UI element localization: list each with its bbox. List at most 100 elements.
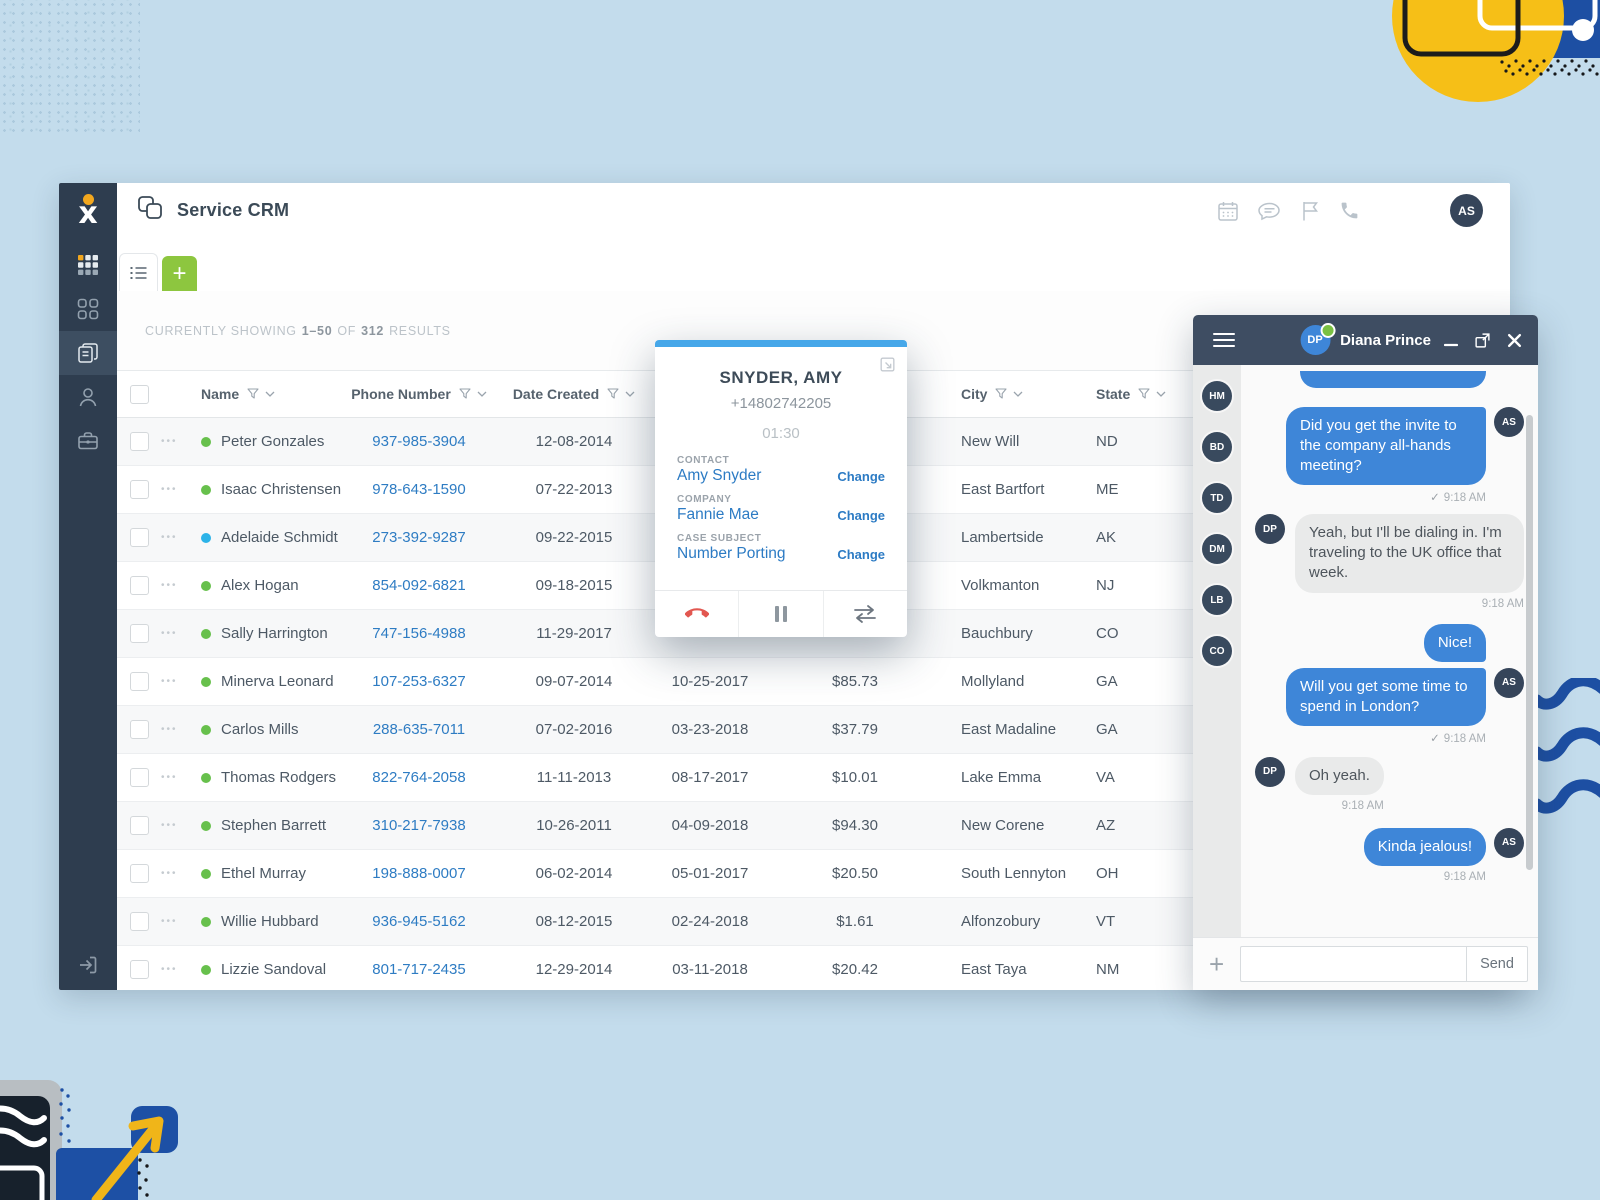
flag-icon[interactable] <box>1300 200 1320 222</box>
minimize-icon[interactable] <box>1444 333 1458 347</box>
row-menu-dots[interactable]: ••• <box>161 676 178 687</box>
documents-icon[interactable] <box>59 331 117 375</box>
apps-grid-icon[interactable] <box>59 243 117 287</box>
row-menu-dots[interactable]: ••• <box>161 964 178 975</box>
row-checkbox[interactable] <box>130 768 149 787</box>
cases-icon[interactable] <box>59 419 117 463</box>
row-menu-dots[interactable]: ••• <box>161 628 178 639</box>
row-checkbox[interactable] <box>130 912 149 931</box>
column-header-Phone Number[interactable]: Phone Number <box>361 371 477 417</box>
app-sidebar: x <box>59 183 117 990</box>
phone-link[interactable]: 310-217-7938 <box>372 817 465 834</box>
date-cell: 03-23-2018 <box>671 706 749 753</box>
column-header-City[interactable]: City <box>961 371 1096 417</box>
conversation-avatar-BD[interactable]: BD <box>1202 432 1232 462</box>
add-tab-button[interactable]: + <box>162 256 197 291</box>
change-contact-link[interactable]: Change <box>837 469 885 484</box>
phone-link[interactable]: 288-635-7011 <box>373 721 465 738</box>
row-checkbox[interactable] <box>130 816 149 835</box>
phone-link[interactable]: 854-092-6821 <box>372 577 465 594</box>
page-title: Service CRM <box>177 200 289 221</box>
row-checkbox[interactable] <box>130 624 149 643</box>
column-header-Name[interactable]: Name <box>201 371 361 417</box>
chat-scrollbar[interactable] <box>1526 415 1533 870</box>
close-icon[interactable] <box>1507 333 1522 348</box>
column-header-Date Created[interactable]: Date Created <box>477 371 671 417</box>
chat-bubble-received: Yeah, but I'll be dialing in. I'm travel… <box>1295 514 1524 592</box>
change-case-link[interactable]: Change <box>837 547 885 562</box>
message-input[interactable] <box>1240 946 1466 982</box>
phone-link[interactable]: 198-888-0007 <box>372 865 465 882</box>
calendar-icon[interactable] <box>1217 200 1239 222</box>
contact-name: Peter Gonzales <box>221 433 324 450</box>
tab-list-view[interactable] <box>119 253 158 291</box>
row-checkbox[interactable] <box>130 432 149 451</box>
transfer-button[interactable] <box>823 591 907 637</box>
amount-cell: $20.42 <box>749 946 961 990</box>
phone-link[interactable]: 747-156-4988 <box>372 625 465 642</box>
conversation-avatar-LB[interactable]: LB <box>1202 585 1232 615</box>
row-menu-dots[interactable]: ••• <box>161 868 178 879</box>
phone-link[interactable]: 801-717-2435 <box>372 961 465 978</box>
row-menu-dots[interactable]: ••• <box>161 436 178 447</box>
row-checkbox[interactable] <box>130 480 149 499</box>
signout-icon[interactable] <box>59 954 117 976</box>
phone-link[interactable]: 936-945-5162 <box>372 913 465 930</box>
row-checkbox[interactable] <box>130 960 149 979</box>
conversation-avatar-HM[interactable]: HM <box>1202 381 1232 411</box>
contact-name: Lizzie Sandoval <box>221 961 326 978</box>
avatar-DP: DP <box>1255 757 1285 787</box>
conversation-avatar-CO[interactable]: CO <box>1202 636 1232 666</box>
contact-name: Ethel Murray <box>221 865 306 882</box>
phone-link[interactable]: 107-253-6327 <box>372 673 465 690</box>
nextiva-logo[interactable]: x <box>59 183 117 238</box>
phone-link[interactable]: 937-985-3904 <box>372 433 465 450</box>
hold-button[interactable] <box>738 591 822 637</box>
avatar-AS: AS <box>1494 828 1524 858</box>
results-prefix: CURRENTLY SHOWING <box>145 324 297 338</box>
phone-link[interactable]: 273-392-9287 <box>372 529 465 546</box>
sidebar-nav <box>59 243 117 463</box>
expand-icon[interactable] <box>877 355 897 375</box>
status-dot <box>201 629 211 639</box>
conversation-avatar-DM[interactable]: DM <box>1202 534 1232 564</box>
attach-plus-icon[interactable]: + <box>1209 951 1224 977</box>
row-menu-dots[interactable]: ••• <box>161 724 178 735</box>
status-dot <box>201 821 211 831</box>
decor-corner-bottom-left <box>0 1020 220 1200</box>
case-subject-link[interactable]: Number Porting <box>677 545 786 563</box>
row-menu-dots[interactable]: ••• <box>161 532 178 543</box>
row-menu-dots[interactable]: ••• <box>161 484 178 495</box>
contact-link[interactable]: Amy Snyder <box>677 467 761 485</box>
decor-stipple-top-left <box>0 0 140 132</box>
user-avatar[interactable]: AS <box>1450 194 1483 227</box>
row-checkbox[interactable] <box>130 576 149 595</box>
row-checkbox[interactable] <box>130 720 149 739</box>
phone-link[interactable]: 978-643-1590 <box>372 481 465 498</box>
avatar-spacer <box>1494 624 1524 654</box>
row-menu-dots[interactable]: ••• <box>161 916 178 927</box>
company-link[interactable]: Fannie Mae <box>677 506 759 524</box>
select-all-checkbox[interactable] <box>130 385 149 404</box>
chat-menu-icon[interactable] <box>1213 329 1235 351</box>
popout-icon[interactable] <box>1474 332 1491 349</box>
date-created-cell: 12-29-2014 <box>477 946 671 990</box>
row-checkbox[interactable] <box>130 864 149 883</box>
row-checkbox[interactable] <box>130 528 149 547</box>
avatar-AS: AS <box>1494 407 1524 437</box>
modules-icon[interactable] <box>59 287 117 331</box>
phone-link[interactable]: 822-764-2058 <box>372 769 465 786</box>
messages-icon[interactable] <box>1258 200 1281 222</box>
tab-bar: + <box>117 238 1510 292</box>
change-company-link[interactable]: Change <box>837 508 885 523</box>
hangup-button[interactable] <box>655 591 738 637</box>
send-button[interactable]: Send <box>1466 946 1528 982</box>
row-checkbox[interactable] <box>130 672 149 691</box>
row-menu-dots[interactable]: ••• <box>161 772 178 783</box>
logo-x: x <box>78 201 97 227</box>
conversation-avatar-TD[interactable]: TD <box>1202 483 1232 513</box>
phone-icon[interactable] <box>1339 200 1360 221</box>
contacts-icon[interactable] <box>59 375 117 419</box>
row-menu-dots[interactable]: ••• <box>161 820 178 831</box>
row-menu-dots[interactable]: ••• <box>161 580 178 591</box>
